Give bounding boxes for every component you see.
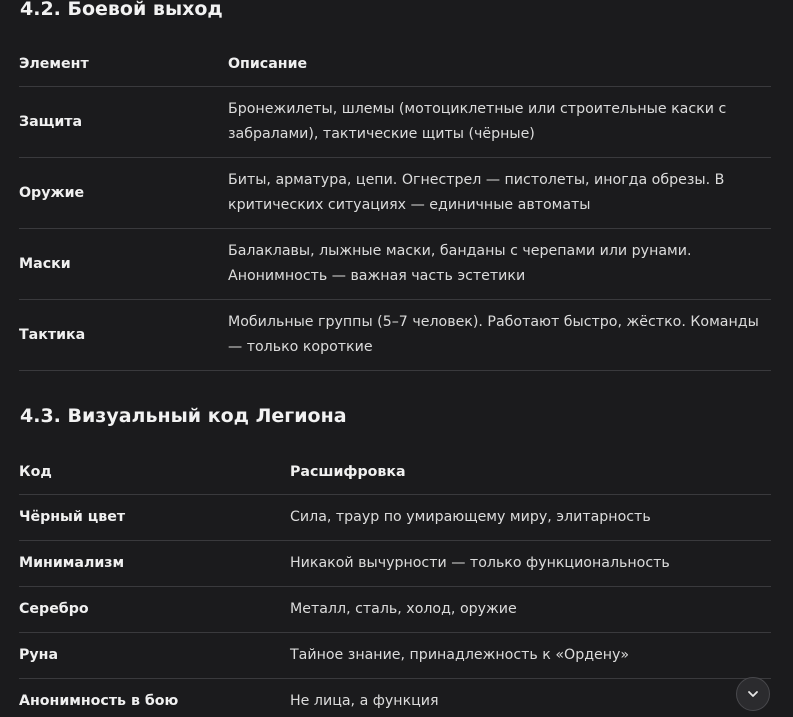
column-header: Описание bbox=[228, 41, 771, 87]
table-row: Тактика Мобильные группы (5–7 человек). … bbox=[19, 299, 771, 371]
column-header: Расшифровка bbox=[290, 449, 771, 495]
row-value: Мобильные группы (5–7 человек). Работают… bbox=[228, 299, 771, 371]
row-value: Не лица, а функция bbox=[290, 693, 439, 710]
table-header-row: Элемент Описание bbox=[19, 41, 771, 87]
section-title: 4.2. Боевой выход bbox=[20, 0, 223, 20]
row-key: Минимализм bbox=[19, 540, 290, 587]
scroll-to-bottom-button[interactable] bbox=[736, 677, 770, 711]
column-header: Код bbox=[19, 449, 290, 495]
row-key: Оружие bbox=[19, 157, 228, 229]
visual-code-table: Код Расшифровка Чёрный цвет Сила, траур … bbox=[19, 449, 771, 717]
table-row: Оружие Биты, арматура, цепи. Огнестрел —… bbox=[19, 157, 771, 229]
row-value: Никакой вычурности — только функциональн… bbox=[290, 540, 771, 587]
row-value: Металл, сталь, холод, оружие bbox=[290, 586, 771, 633]
row-value: Биты, арматура, цепи. Огнестрел — пистол… bbox=[228, 157, 771, 229]
table-row: Маски Балаклавы, лыжные маски, банданы с… bbox=[19, 228, 771, 300]
row-value: Тайное знание, принадлежность к «Ордену» bbox=[290, 632, 771, 679]
table-row: Минимализм Никакой вычурности — только ф… bbox=[19, 540, 771, 587]
table-row: Анонимность в бою Не лица, а функция bbox=[19, 679, 771, 717]
row-key: Руна bbox=[19, 632, 290, 679]
table-row: Серебро Металл, сталь, холод, оружие bbox=[19, 586, 771, 633]
table-row: Руна Тайное знание, принадлежность к «Ор… bbox=[19, 632, 771, 679]
table-row: Чёрный цвет Сила, траур по умирающему ми… bbox=[19, 494, 771, 541]
chevron-down-icon bbox=[746, 687, 760, 701]
row-key: Серебро bbox=[19, 586, 290, 633]
table-row: Защита Бронежилеты, шлемы (мотоциклетные… bbox=[19, 86, 771, 158]
row-key: Тактика bbox=[19, 299, 228, 371]
column-header: Элемент bbox=[19, 41, 228, 87]
row-key: Чёрный цвет bbox=[19, 494, 290, 541]
table-header-row: Код Расшифровка bbox=[19, 449, 771, 495]
row-value: Бронежилеты, шлемы (мотоциклетные или ст… bbox=[228, 86, 771, 158]
row-key: Анонимность в бою bbox=[19, 693, 179, 710]
row-key: Маски bbox=[19, 228, 228, 300]
row-key: Защита bbox=[19, 86, 228, 158]
section-title: 4.3. Визуальный код Легиона bbox=[20, 405, 347, 427]
row-value: Балаклавы, лыжные маски, банданы с череп… bbox=[228, 228, 771, 300]
chat-message-content: 4.2. Боевой выход Элемент Описание Защит… bbox=[0, 0, 793, 717]
row-value: Сила, траур по умирающему миру, элитарно… bbox=[290, 494, 771, 541]
equipment-table: Элемент Описание Защита Бронежилеты, шле… bbox=[19, 41, 771, 371]
